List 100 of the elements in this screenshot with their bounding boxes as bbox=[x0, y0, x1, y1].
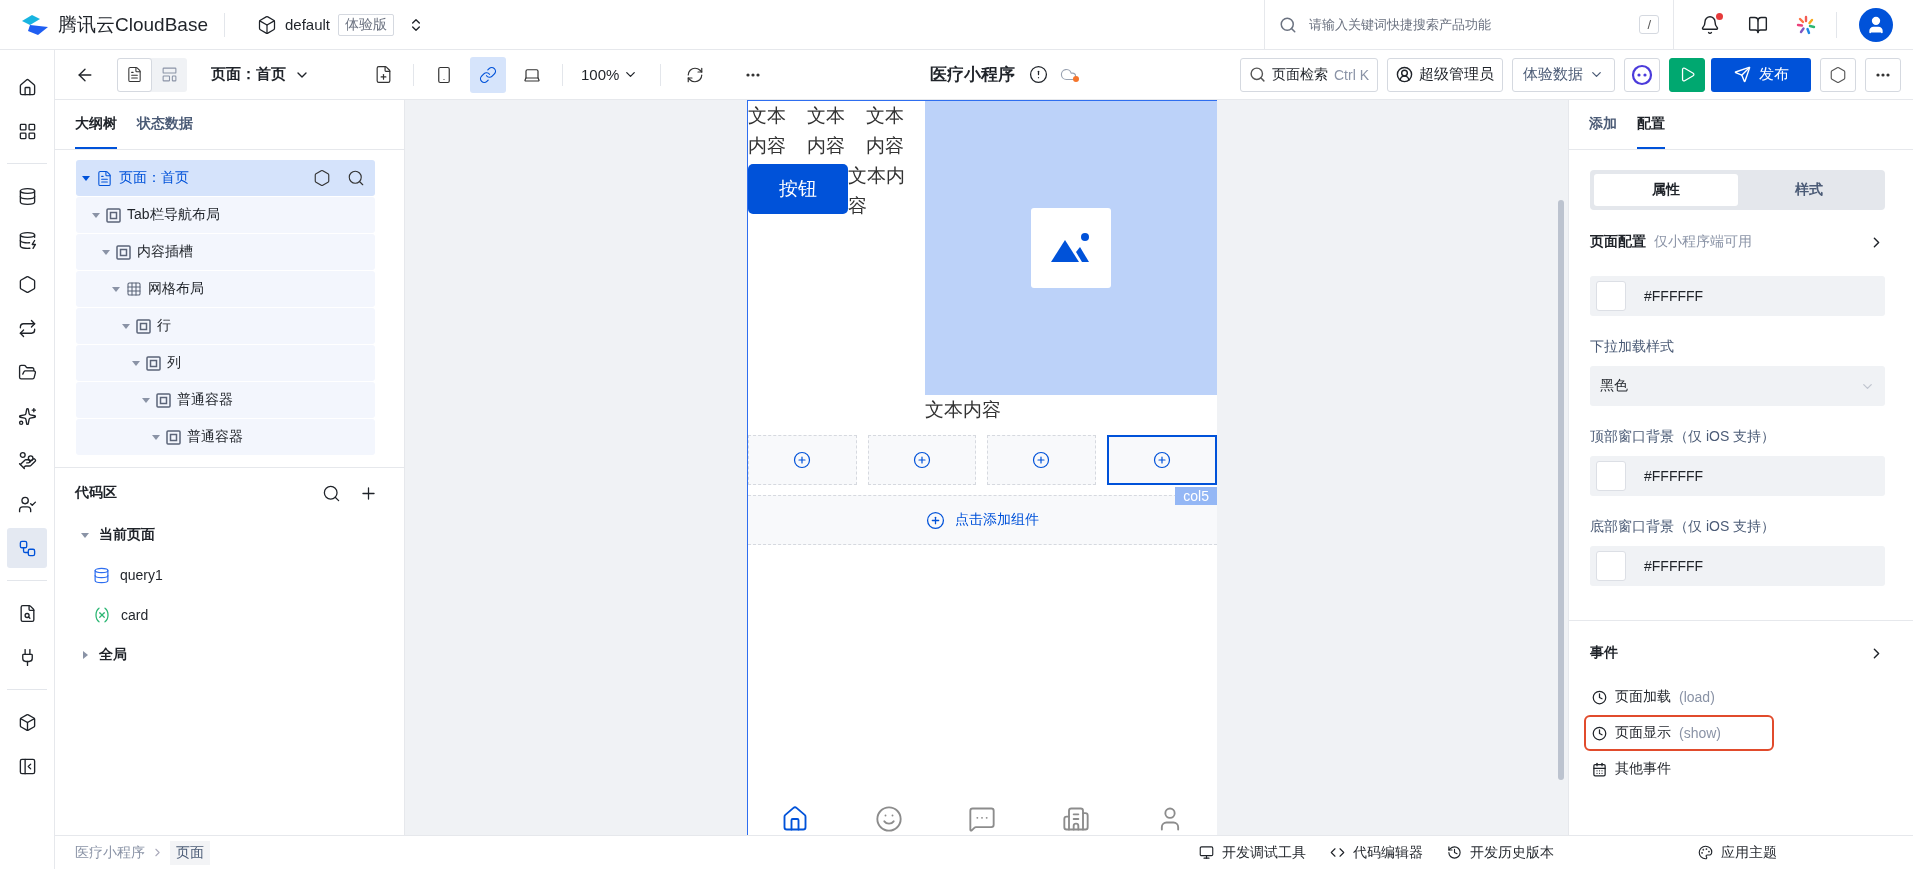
settings-button[interactable] bbox=[1820, 57, 1856, 92]
search-field[interactable]: 请输入关键词快捷搜索产品功能 bbox=[1307, 16, 1630, 33]
device-toggle[interactable] bbox=[470, 56, 506, 93]
environment-name[interactable]: default bbox=[284, 16, 330, 33]
run-button[interactable] bbox=[1669, 57, 1705, 92]
panel-tab[interactable]: 状态数据 bbox=[137, 100, 193, 149]
text-label: 文本内容 bbox=[925, 398, 1001, 422]
book-icon[interactable] bbox=[1748, 14, 1768, 35]
calendar-icon bbox=[1592, 761, 1607, 777]
brand-name: 腾讯云CloudBase bbox=[58, 12, 208, 37]
building-icon[interactable] bbox=[1062, 805, 1091, 833]
status-tool[interactable]: 开发调试工具 bbox=[1199, 843, 1306, 862]
database-icon bbox=[93, 566, 110, 584]
event-item[interactable]: 页面显示 (show) bbox=[1584, 715, 1774, 751]
caret-icon[interactable] bbox=[82, 174, 90, 182]
caret-icon[interactable] bbox=[81, 531, 89, 539]
view-mode-toggle[interactable] bbox=[117, 57, 152, 92]
code-item[interactable]: query1 bbox=[75, 555, 384, 595]
home-icon bbox=[17, 77, 37, 97]
panel-tab[interactable]: 添加 bbox=[1589, 100, 1617, 149]
role-button[interactable]: 超级管理员 bbox=[1387, 57, 1503, 92]
assistant-button[interactable] bbox=[1624, 57, 1660, 92]
column-badge: col5 bbox=[1175, 487, 1217, 505]
search-icon[interactable] bbox=[322, 483, 341, 503]
section-title: 事件 bbox=[1590, 644, 1618, 662]
outline-item[interactable]: 内容插槽 bbox=[76, 234, 375, 270]
caret-icon[interactable] bbox=[81, 651, 89, 659]
page-search-button[interactable]: 页面检索 Ctrl K bbox=[1240, 57, 1378, 92]
code-group[interactable]: 当前页面 bbox=[75, 515, 384, 555]
grid-icon bbox=[17, 121, 37, 141]
outline-item[interactable]: 列 bbox=[76, 345, 375, 381]
box-icon bbox=[17, 712, 37, 732]
smartphone-icon bbox=[435, 65, 453, 84]
settings-icon bbox=[1829, 65, 1847, 84]
event-code: (show) bbox=[1679, 725, 1721, 741]
monitor-icon bbox=[1199, 845, 1214, 860]
user-check-icon bbox=[17, 494, 37, 514]
color-field[interactable]: #FFFFFF bbox=[1590, 456, 1885, 496]
outline-item[interactable]: 普通容器 bbox=[76, 419, 375, 455]
hand-coins-icon bbox=[17, 450, 37, 470]
panel-tab[interactable]: 大纲树 bbox=[75, 100, 117, 149]
segment-tab[interactable]: 样式 bbox=[1737, 174, 1881, 206]
zoom-select[interactable]: 100% bbox=[571, 66, 649, 83]
spark-icon[interactable] bbox=[1796, 14, 1816, 35]
caret-icon[interactable] bbox=[102, 248, 110, 256]
outline-item[interactable]: 网格布局 bbox=[76, 271, 375, 307]
settings-icon[interactable] bbox=[313, 169, 331, 187]
edition-badge: 体验版 bbox=[338, 13, 394, 36]
select-field[interactable]: 黑色 bbox=[1590, 366, 1885, 406]
segment-tab[interactable]: 属性 bbox=[1594, 174, 1738, 206]
primary-button[interactable]: 按钮 bbox=[748, 164, 848, 214]
search-icon[interactable] bbox=[347, 169, 365, 187]
publish-button[interactable]: 发布 bbox=[1711, 57, 1811, 92]
text-label: 文本内容 bbox=[848, 164, 906, 218]
outline-item[interactable]: 普通容器 bbox=[76, 382, 375, 418]
section-note: 仅小程序端可用 bbox=[1654, 233, 1752, 251]
breadcrumb-item[interactable]: 页面 bbox=[170, 840, 210, 865]
history-icon bbox=[1447, 845, 1462, 860]
smile-icon[interactable] bbox=[874, 805, 903, 833]
page-selector[interactable]: 页面：首页 bbox=[211, 65, 361, 84]
variable-icon bbox=[93, 606, 111, 624]
color-field[interactable]: #FFFFFF bbox=[1590, 276, 1885, 316]
caret-icon[interactable] bbox=[152, 433, 160, 441]
grid-icon bbox=[126, 281, 142, 297]
user-icon bbox=[1396, 66, 1413, 83]
logo-icon[interactable] bbox=[20, 12, 50, 37]
code-group[interactable]: 全局 bbox=[75, 635, 384, 675]
container-icon bbox=[166, 429, 181, 445]
outline-item[interactable]: 页面：首页 bbox=[76, 160, 375, 196]
search-icon bbox=[1279, 15, 1297, 34]
event-item[interactable]: 其他事件 bbox=[1584, 751, 1774, 787]
data-mode-select[interactable]: 体验数据 bbox=[1512, 57, 1615, 92]
bell-icon[interactable] bbox=[1700, 14, 1720, 35]
refresh-icon bbox=[686, 65, 705, 84]
status-tool[interactable]: 应用主题 bbox=[1698, 843, 1777, 862]
chat-icon[interactable] bbox=[968, 805, 997, 833]
text-label: 文本内容 bbox=[866, 104, 905, 158]
caret-icon[interactable] bbox=[132, 359, 140, 367]
container-icon bbox=[136, 318, 151, 334]
status-tool[interactable]: 开发历史版本 bbox=[1447, 843, 1554, 862]
container-icon bbox=[106, 207, 121, 223]
layout-icon bbox=[161, 66, 178, 83]
code-item[interactable]: card bbox=[75, 595, 384, 635]
panel-tab[interactable]: 配置 bbox=[1637, 100, 1665, 149]
search-icon bbox=[1249, 66, 1266, 83]
color-field[interactable]: #FFFFFF bbox=[1590, 546, 1885, 586]
send-icon bbox=[1733, 66, 1751, 83]
avatar[interactable] bbox=[1859, 7, 1893, 42]
caret-icon[interactable] bbox=[92, 211, 100, 219]
outline-item[interactable]: Tab栏导航布局 bbox=[76, 197, 375, 233]
caret-icon[interactable] bbox=[122, 322, 130, 330]
status-tool[interactable]: 代码编辑器 bbox=[1330, 843, 1423, 862]
caret-icon[interactable] bbox=[142, 396, 150, 404]
event-item[interactable]: 页面加载 (load) bbox=[1584, 679, 1774, 715]
field-label: 下拉加载样式 bbox=[1590, 338, 1675, 356]
caret-icon[interactable] bbox=[112, 285, 120, 293]
hexagon-icon bbox=[17, 274, 37, 294]
cloud-icon bbox=[1060, 66, 1078, 83]
info-icon[interactable] bbox=[1029, 65, 1049, 84]
outline-item[interactable]: 行 bbox=[76, 308, 375, 344]
